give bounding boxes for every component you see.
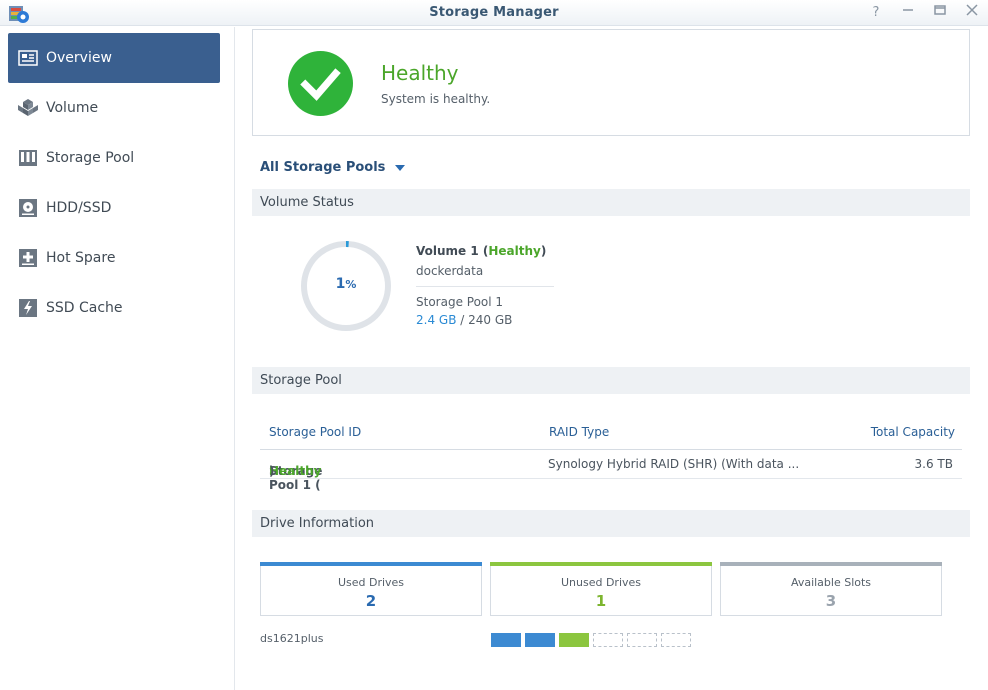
chevron-down-icon xyxy=(395,164,406,171)
sidebar-item-label: Storage Pool xyxy=(46,150,135,166)
pool-state: Healthy xyxy=(269,464,322,478)
storage-pool-selector-label: All Storage Pools xyxy=(260,160,386,175)
sidebar-item-label: Overview xyxy=(46,50,112,66)
unused-drives-label: Unused Drives xyxy=(560,576,642,589)
minimize-icon[interactable] xyxy=(898,3,918,23)
sidebar-item-hot-spare[interactable]: Hot Spare xyxy=(8,233,220,283)
volume-used: 2.4 GB xyxy=(416,313,457,327)
used-drives-box: Used Drives 2 xyxy=(260,562,482,616)
ssd-cache-icon xyxy=(19,299,37,317)
volume-name-prefix: Volume 1 ( xyxy=(416,244,489,258)
volume-icon xyxy=(18,99,38,116)
available-slots-box: Available Slots 3 xyxy=(720,562,942,616)
drive-slot-indicators xyxy=(491,633,691,647)
available-slots-bar xyxy=(720,562,942,566)
used-drives-label: Used Drives xyxy=(337,576,405,589)
storage-pool-icon xyxy=(19,150,37,166)
window-title: Storage Manager xyxy=(429,5,559,20)
volume-state: Healthy xyxy=(488,244,541,258)
drive-slot-used xyxy=(525,633,555,647)
volume-total: 240 GB xyxy=(468,313,513,327)
used-drives-value: 2 xyxy=(365,592,377,610)
drive-information-header: Drive Information xyxy=(252,510,970,537)
unused-drives-value: 1 xyxy=(595,592,607,610)
check-circle-icon xyxy=(288,51,353,116)
drive-slot-empty xyxy=(661,633,691,647)
column-header-raid-type[interactable]: RAID Type xyxy=(549,425,609,439)
volume-usage-number: 1 xyxy=(335,276,346,292)
sidebar-item-overview[interactable]: Overview xyxy=(8,33,220,83)
unused-drives-box: Unused Drives 1 xyxy=(490,562,712,616)
health-card: Healthy System is healthy. xyxy=(252,29,970,136)
title-bar: Storage Manager ? xyxy=(0,0,988,26)
volume-description: dockerdata xyxy=(416,264,484,278)
unused-drives-bar xyxy=(490,562,712,566)
sidebar-item-label: Volume xyxy=(46,100,99,116)
nas-model: ds1621plus xyxy=(260,632,324,645)
volume-status-header: Volume Status xyxy=(252,189,970,216)
sidebar-item-label: Hot Spare xyxy=(46,250,116,266)
available-slots-value: 3 xyxy=(825,592,837,610)
maximize-icon[interactable] xyxy=(930,3,950,23)
hdd-icon xyxy=(19,199,37,217)
health-message: System is healthy. xyxy=(381,92,491,106)
sidebar-item-volume[interactable]: Volume xyxy=(8,83,220,133)
sidebar-item-ssd-cache[interactable]: SSD Cache xyxy=(8,283,220,333)
health-status: Healthy xyxy=(381,61,459,85)
volume-usage-separator: / xyxy=(456,313,469,327)
drive-slot-used xyxy=(491,633,521,647)
used-drives-bar xyxy=(260,562,482,566)
sidebar-item-hdd-ssd[interactable]: HDD/SSD xyxy=(8,183,220,233)
raid-type-cell: Synology Hybrid RAID (SHR) (With data ..… xyxy=(548,457,800,471)
volume-pool: Storage Pool 1 xyxy=(416,295,504,309)
volume-usage: 2.4 GB / 240 GB xyxy=(416,313,512,327)
storage-pool-table-header: Storage Pool ID RAID Type Total Capacity xyxy=(260,420,962,450)
volume-usage-unit: % xyxy=(345,278,357,291)
sidebar-item-storage-pool[interactable]: Storage Pool xyxy=(8,133,220,183)
pool-id-suffix: ) xyxy=(269,464,275,478)
storage-pool-selector[interactable]: All Storage Pools xyxy=(260,160,406,175)
column-header-total-capacity[interactable]: Total Capacity xyxy=(871,425,955,439)
available-slots-label: Available Slots xyxy=(790,576,872,589)
volume-name-suffix: ) xyxy=(540,244,547,258)
overview-icon xyxy=(18,50,38,66)
drive-slot-unused xyxy=(559,633,589,647)
storage-pool-header: Storage Pool xyxy=(252,367,970,394)
sidebar: Overview Volume Storage Pool HDD/SSD Hot… xyxy=(0,27,235,690)
close-icon[interactable] xyxy=(962,3,982,23)
volume-usage-percent: 1% xyxy=(299,276,393,292)
divider xyxy=(416,286,554,287)
total-capacity-cell: 3.6 TB xyxy=(914,457,953,471)
drive-slot-empty xyxy=(627,633,657,647)
help-icon[interactable]: ? xyxy=(866,3,886,23)
hot-spare-icon xyxy=(19,249,37,267)
sidebar-item-label: HDD/SSD xyxy=(46,200,112,216)
drive-slot-empty xyxy=(593,633,623,647)
main-content: Healthy System is healthy. All Storage P… xyxy=(252,29,970,690)
volume-name: Volume 1 (Healthy) xyxy=(416,244,546,258)
sidebar-item-label: SSD Cache xyxy=(46,300,123,316)
column-header-pool-id[interactable]: Storage Pool ID xyxy=(269,425,361,439)
table-row[interactable]: Storage Pool 1 (Healthy) Synology Hybrid… xyxy=(260,450,962,492)
